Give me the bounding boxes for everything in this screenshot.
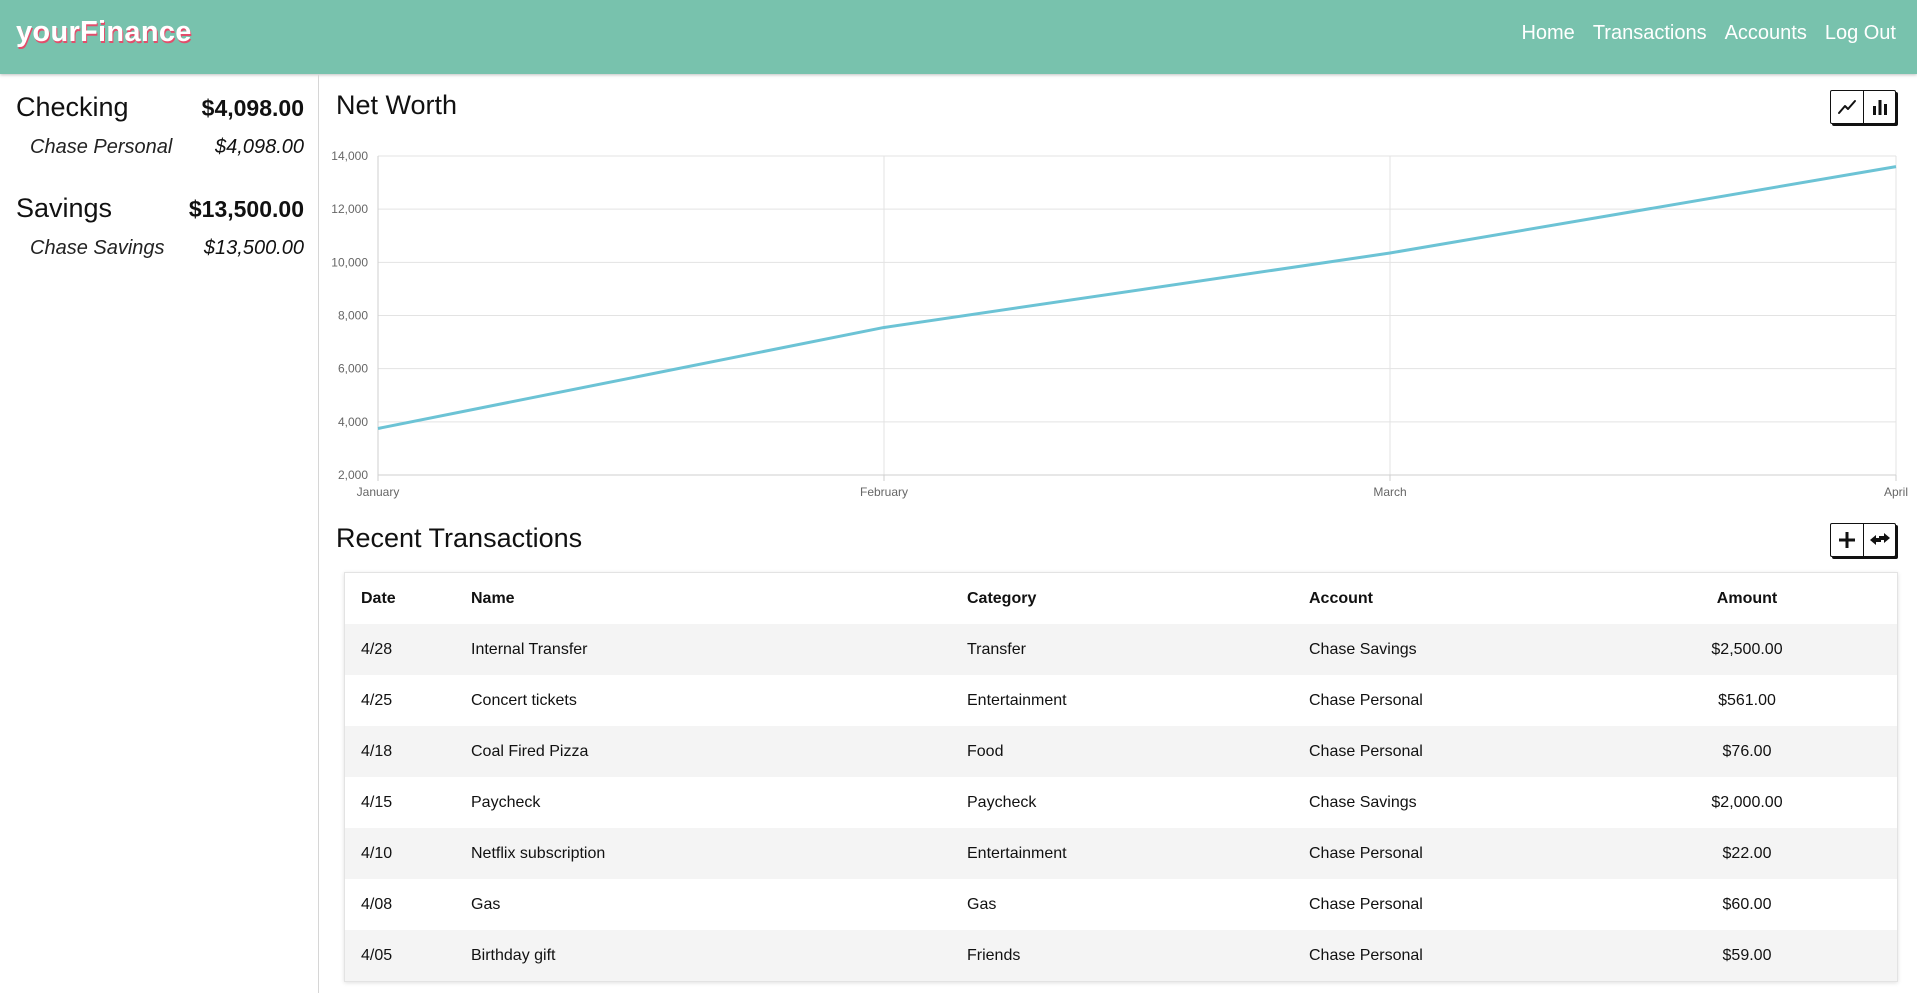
account-item-chase-personal[interactable]: Chase Personal $4,098.00 xyxy=(30,136,304,159)
group-header: Savings $13,500.00 xyxy=(16,193,304,224)
cell-category: Gas xyxy=(967,895,997,913)
cell-date: 4/28 xyxy=(361,640,393,658)
cell-category: Entertainment xyxy=(967,691,1067,709)
column-header-name[interactable]: Name xyxy=(455,573,951,624)
cell-date: 4/15 xyxy=(361,793,393,811)
table-row[interactable]: 4/05 Birthday gift Friends Chase Persona… xyxy=(345,930,1897,981)
x-tick-label: January xyxy=(357,485,400,499)
x-tick-label: April xyxy=(1884,485,1908,499)
table-row[interactable]: 4/10 Netflix subscription Entertainment … xyxy=(345,828,1897,879)
cell-date: 4/08 xyxy=(361,895,393,913)
y-tick-label: 4,000 xyxy=(338,415,368,429)
accounts-sidebar: Checking $4,098.00 Chase Personal $4,098… xyxy=(0,74,319,993)
account-balance: $13,500.00 xyxy=(203,237,304,259)
cell-account: Chase Savings xyxy=(1309,793,1417,811)
table-row[interactable]: 4/15 Paycheck Paycheck Chase Savings $2,… xyxy=(345,777,1897,828)
cell-name: Concert tickets xyxy=(471,691,577,709)
cell-account: Chase Personal xyxy=(1309,895,1423,913)
cell-account: Chase Personal xyxy=(1309,844,1423,862)
transaction-actions xyxy=(1830,523,1896,557)
plus-icon[interactable] xyxy=(1831,524,1863,556)
group-name: Savings xyxy=(16,193,113,223)
chart-type-toggle xyxy=(1830,90,1896,124)
column-header-amount[interactable]: Amount xyxy=(1597,573,1897,624)
nav-home-link[interactable]: Home xyxy=(1512,22,1583,45)
nav-links: Home Transactions Accounts Log Out xyxy=(1512,22,1905,45)
cell-account: Chase Personal xyxy=(1309,946,1423,964)
y-tick-label: 10,000 xyxy=(331,255,368,269)
column-header-account[interactable]: Account xyxy=(1293,573,1597,624)
cell-amount: $60.00 xyxy=(1722,895,1772,913)
nav-accounts-link[interactable]: Accounts xyxy=(1716,22,1816,45)
brand-logo[interactable]: yourFinance xyxy=(16,16,192,49)
account-balance: $4,098.00 xyxy=(215,136,304,158)
cell-amount: $76.00 xyxy=(1722,742,1772,760)
cell-name: Netflix subscription xyxy=(471,844,606,862)
recent-transactions-title: Recent Transactions xyxy=(336,523,583,553)
transactions-table: Date Name Category Account Amount 4/28 I… xyxy=(344,572,1898,982)
cell-name: Internal Transfer xyxy=(471,640,588,658)
y-tick-label: 12,000 xyxy=(331,202,368,216)
group-header: Checking $4,098.00 xyxy=(16,92,304,123)
main-content: Net Worth 2,000 4,000 6,000 8,000 10,000 12,0… xyxy=(320,74,1917,993)
y-tick-label: 14,000 xyxy=(331,149,368,163)
cell-date: 4/18 xyxy=(361,742,393,760)
table-row[interactable]: 4/08 Gas Gas Chase Personal $60.00 xyxy=(345,879,1897,930)
x-tick-label: March xyxy=(1373,485,1406,499)
cell-date: 4/25 xyxy=(361,691,393,709)
net-worth-line-chart: 2,000 4,000 6,000 8,000 10,000 12,000 14,000 Ja… xyxy=(331,149,1908,499)
y-tick-label: 6,000 xyxy=(338,362,368,376)
y-tick-label: 8,000 xyxy=(338,309,368,323)
cell-name: Birthday gift xyxy=(471,946,556,964)
cell-account: Chase Personal xyxy=(1309,691,1423,709)
nav-logout-link[interactable]: Log Out xyxy=(1816,22,1905,45)
cell-date: 4/05 xyxy=(361,946,393,964)
cell-amount: $2,000.00 xyxy=(1711,793,1783,811)
column-header-category[interactable]: Category xyxy=(951,573,1293,624)
group-total: $4,098.00 xyxy=(201,95,304,121)
cell-category: Entertainment xyxy=(967,844,1067,862)
cell-account: Chase Savings xyxy=(1309,640,1417,658)
cell-category: Friends xyxy=(967,946,1021,964)
account-item-chase-savings[interactable]: Chase Savings $13,500.00 xyxy=(30,237,304,260)
line-chart-icon[interactable] xyxy=(1831,91,1863,123)
table-row[interactable]: 4/28 Internal Transfer Transfer Chase Sa… xyxy=(345,624,1897,675)
cell-amount: $22.00 xyxy=(1722,844,1772,862)
top-navbar: yourFinance Home Transactions Accounts L… xyxy=(0,0,1917,74)
group-total: $13,500.00 xyxy=(188,196,304,222)
cell-amount: $561.00 xyxy=(1718,691,1776,709)
cell-category: Transfer xyxy=(967,640,1026,658)
nav-transactions-link[interactable]: Transactions xyxy=(1584,22,1716,45)
table-header-row: Date Name Category Account Amount xyxy=(345,573,1897,624)
cell-category: Food xyxy=(967,742,1004,760)
net-worth-chart: 2,000 4,000 6,000 8,000 10,000 12,000 14,000 Ja… xyxy=(320,142,1917,582)
bar-chart-icon[interactable] xyxy=(1863,91,1895,123)
cell-account: Chase Personal xyxy=(1309,742,1423,760)
table-row[interactable]: 4/18 Coal Fired Pizza Food Chase Persona… xyxy=(345,726,1897,777)
x-tick-label: February xyxy=(860,485,908,499)
table-row[interactable]: 4/25 Concert tickets Entertainment Chase… xyxy=(345,675,1897,726)
cell-amount: $2,500.00 xyxy=(1711,640,1783,658)
net-worth-title: Net Worth xyxy=(336,90,458,120)
account-name: Chase Personal xyxy=(30,136,173,158)
cell-name: Paycheck xyxy=(471,793,541,811)
transfer-arrows-icon[interactable] xyxy=(1863,524,1895,556)
cell-name: Gas xyxy=(471,895,501,913)
cell-category: Paycheck xyxy=(967,793,1037,811)
cell-date: 4/10 xyxy=(361,844,393,862)
account-name: Chase Savings xyxy=(30,237,165,259)
cell-amount: $59.00 xyxy=(1722,946,1772,964)
group-name: Checking xyxy=(16,92,129,122)
cell-name: Coal Fired Pizza xyxy=(471,742,589,760)
net-worth-series-line xyxy=(377,165,1897,430)
y-tick-label: 2,000 xyxy=(338,468,368,482)
column-header-date[interactable]: Date xyxy=(345,573,455,624)
